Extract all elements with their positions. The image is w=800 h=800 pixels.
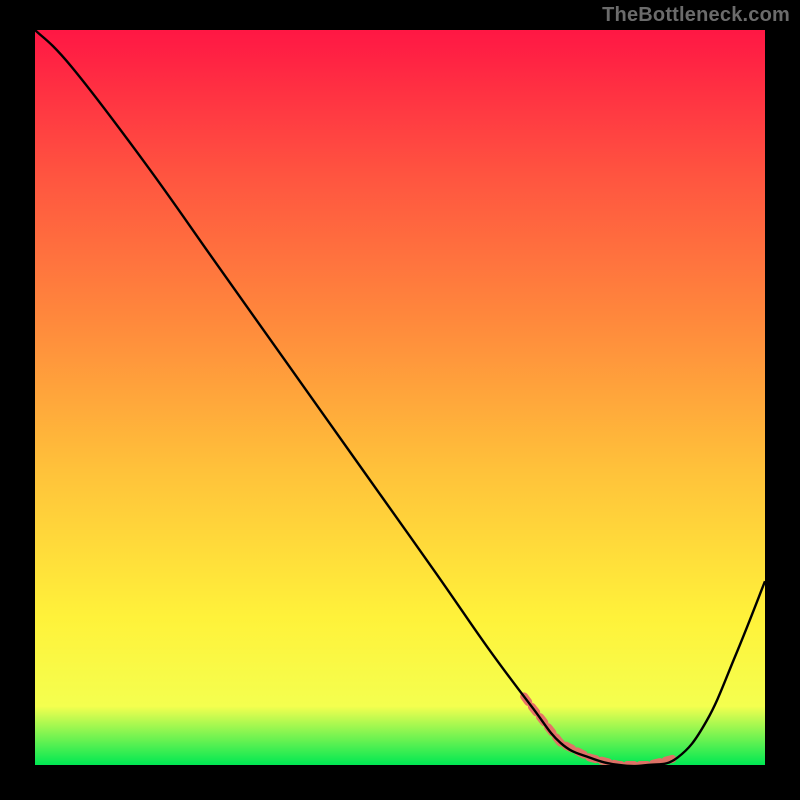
chart-background bbox=[35, 30, 765, 765]
chart-svg bbox=[35, 30, 765, 765]
watermark-text: TheBottleneck.com bbox=[602, 4, 790, 27]
page-root: TheBottleneck.com bbox=[0, 0, 800, 800]
chart-area bbox=[35, 30, 765, 765]
